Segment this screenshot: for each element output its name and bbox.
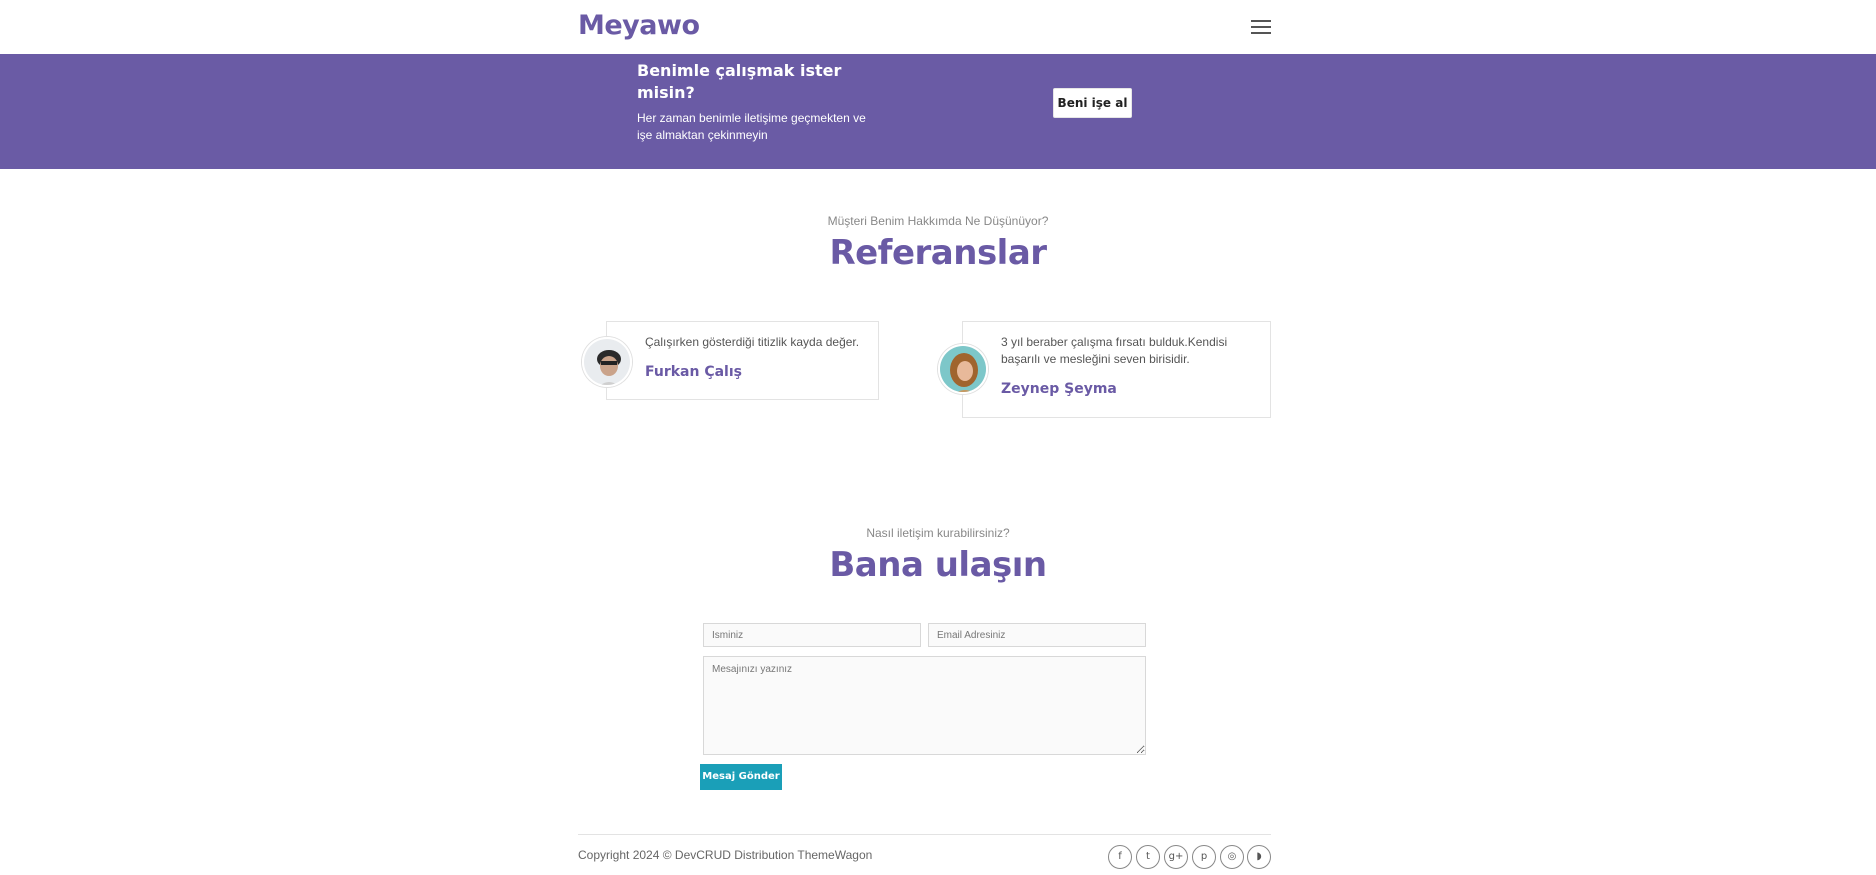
testimonial-card-box	[606, 321, 879, 400]
hire-banner: Benimle çalışmak ister misin? Her zaman …	[0, 54, 1876, 169]
testimonial-text: 3 yıl beraber çalışma fırsatı bulduk.Ken…	[1001, 335, 1228, 366]
navbar: Meyawo	[0, 0, 1876, 54]
contact-title: Bana ulaşın	[829, 545, 1047, 585]
footer-divider	[578, 834, 1271, 835]
google-plus-icon[interactable]: g+	[1164, 845, 1188, 869]
instagram-icon[interactable]: ◎	[1220, 845, 1244, 869]
testimonials-subtitle: Müşteri Benim Hakkımda Ne Düşünüyor?	[827, 214, 1049, 228]
testimonial-text: Çalışırken gösterdiği titizlik kayda değ…	[645, 335, 860, 349]
name-input[interactable]	[703, 623, 921, 647]
rss-icon[interactable]: ◗	[1247, 845, 1271, 869]
testimonial-name: Zeynep Şeyma	[1001, 381, 1117, 397]
testimonials-title: Referanslar	[829, 233, 1047, 273]
hire-text: Her zaman benimle iletişime geçmekten ve…	[637, 111, 866, 142]
facebook-icon[interactable]: f	[1108, 845, 1132, 869]
contact-subtitle: Nasıl iletişim kurabilirsiniz?	[866, 526, 1010, 540]
man-avatar	[582, 337, 632, 387]
hamburger-icon[interactable]	[1251, 20, 1271, 36]
twitter-icon[interactable]: t	[1136, 845, 1160, 869]
message-textarea[interactable]	[703, 656, 1146, 755]
hire-title: Benimle çalışmak ister misin?	[637, 61, 842, 102]
send-message-button[interactable]: Mesaj Gönder	[700, 764, 782, 790]
brand-logo[interactable]: Meyawo	[578, 10, 700, 41]
woman-avatar	[938, 344, 988, 394]
testimonial-name: Furkan Çalış	[645, 364, 742, 380]
copyright-text: Copyright 2024 © DevCRUD Distribution Th…	[578, 848, 873, 862]
page: Meyawo Benimle çalışmak ister misin? Her…	[0, 0, 1876, 875]
email-input[interactable]	[928, 623, 1146, 647]
pinterest-icon[interactable]: p	[1192, 845, 1216, 869]
hire-me-button[interactable]: Beni işe al	[1053, 88, 1132, 118]
